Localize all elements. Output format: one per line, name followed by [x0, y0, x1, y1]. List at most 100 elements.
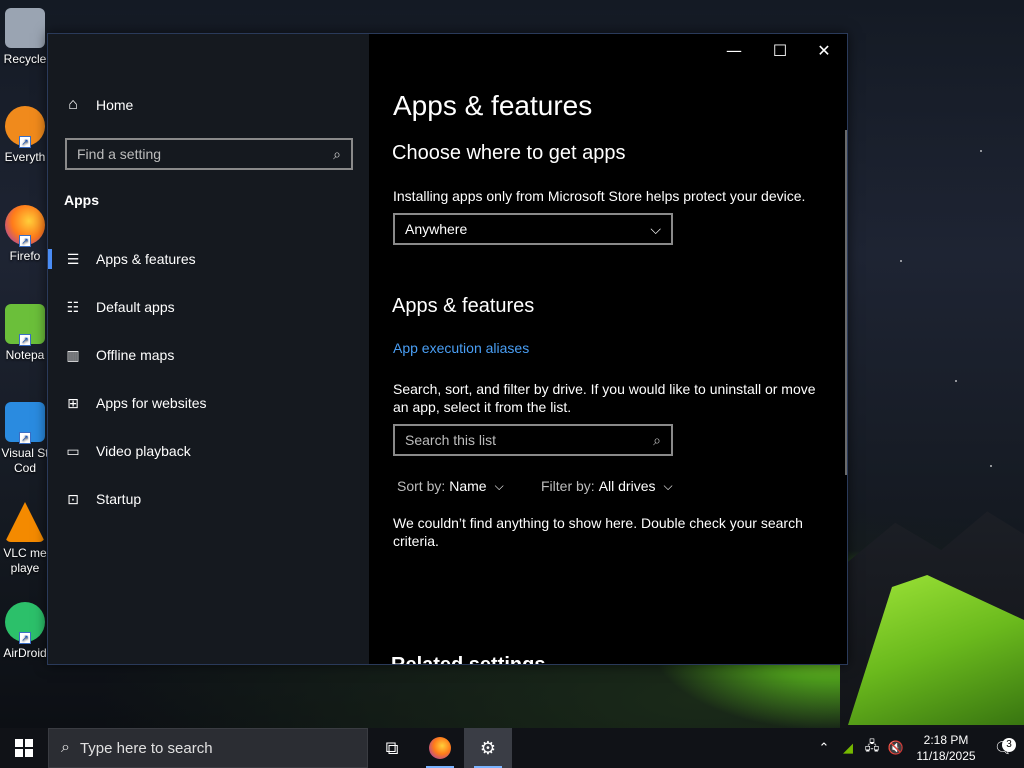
settings-sidebar: ⌂ Home Find a setting ⌕ Apps ☰ Apps & fe…: [48, 34, 369, 664]
task-view-button[interactable]: ⧉: [368, 728, 416, 768]
action-center-button[interactable]: 🗨 3: [984, 738, 1024, 758]
sidebar-item-offline-maps[interactable]: ▥ Offline maps: [48, 335, 369, 375]
nav-home[interactable]: ⌂ Home: [64, 96, 133, 114]
empty-list-message: We couldn’t find anything to show here. …: [393, 515, 803, 549]
search-list-input[interactable]: Search this list ⌕: [393, 424, 673, 456]
desktop-icon-vscode[interactable]: ↗ Visual St Cod: [0, 402, 50, 476]
shortcut-arrow-icon: ↗: [19, 432, 31, 444]
desktop-icon-recycle-bin[interactable]: Recycle: [0, 8, 50, 67]
start-button[interactable]: [0, 728, 48, 768]
taskbar-search-box[interactable]: ⌕ Type here to search: [48, 728, 368, 768]
desktop-icon-everything[interactable]: ↗ Everyth: [0, 106, 50, 165]
taskbar-search-placeholder: Type here to search: [79, 739, 213, 757]
star: [990, 465, 992, 467]
airdroid-icon: ↗: [5, 602, 45, 644]
gear-icon: ⚙: [479, 737, 497, 758]
sidebar-item-startup[interactable]: ⊡ Startup: [48, 479, 369, 519]
vscode-icon: ↗: [5, 402, 45, 444]
shortcut-arrow-icon: ↗: [19, 235, 31, 247]
sidebar-item-label: Startup: [96, 491, 142, 507]
windows-logo-icon: [15, 739, 33, 757]
task-view-icon: ⧉: [385, 737, 399, 758]
default-apps-icon: ☷: [66, 298, 80, 315]
sidebar-item-label: Default apps: [96, 299, 175, 315]
desktop-icon-label: Notepa: [5, 348, 45, 362]
video-icon: ▭: [66, 442, 80, 459]
search-icon: ⌕: [61, 739, 70, 756]
clock-date: 11/18/2025: [916, 749, 976, 763]
taskbar-firefox[interactable]: [416, 728, 464, 768]
sidebar-item-label: Offline maps: [96, 347, 175, 363]
show-hidden-icons-button[interactable]: ⌃: [812, 740, 836, 756]
desktop-icon-label: AirDroid: [3, 646, 47, 660]
sort-value: Name: [449, 478, 487, 494]
clock[interactable]: 2:18 PM 11/18/2025: [908, 732, 984, 764]
search-list-placeholder: Search this list: [405, 432, 497, 448]
map-icon: ▥: [66, 346, 80, 363]
desktop-icon-label: Visual St: [1, 446, 49, 460]
startup-icon: ⊡: [67, 490, 79, 507]
filter-by-dropdown[interactable]: Filter by: All drives ⌵: [541, 478, 673, 494]
recycle-bin-icon: [5, 8, 45, 48]
find-setting-input[interactable]: Find a setting ⌕: [65, 138, 353, 170]
desktop-icon-label: Recycle: [3, 52, 47, 66]
search-description: Search, sort, and filter by drive. If yo…: [393, 381, 816, 415]
notification-count-badge: 3: [1002, 738, 1016, 752]
app-source-dropdown[interactable]: Anywhere ⌵: [393, 213, 673, 245]
firefox-icon: ↗: [5, 205, 45, 247]
taskbar: ⌕ Type here to search ⧉ ⚙ ⌃ ◢ 🖧 🔇 2:18 P…: [0, 728, 1024, 768]
notepad-plus-icon: ↗: [5, 304, 45, 346]
choose-apps-description: Installing apps only from Microsoft Stor…: [393, 188, 806, 204]
sidebar-item-label: Video playback: [96, 443, 191, 459]
star: [900, 260, 902, 262]
sidebar-item-video-playback[interactable]: ▭ Video playback: [48, 431, 369, 471]
nvidia-icon[interactable]: ◢: [836, 740, 860, 756]
search-icon: ⌕: [333, 145, 341, 162]
taskbar-settings[interactable]: ⚙: [464, 728, 512, 768]
desktop-icon-notepad[interactable]: ↗ Notepa: [0, 304, 50, 363]
related-settings-heading: Related settings: [391, 654, 545, 664]
page-title: Apps & features: [393, 90, 593, 121]
desktop-icon-label: Cod: [13, 461, 36, 475]
desktop-icon-vlc[interactable]: VLC me playe: [0, 502, 50, 576]
desktop-icon-firefox[interactable]: ↗ Firefo: [0, 205, 50, 264]
desktop-icon-label: Firefo: [9, 249, 41, 263]
everything-search-icon: ↗: [5, 106, 45, 148]
sidebar-item-label: Apps & features: [96, 251, 196, 267]
vlc-cone-icon: [5, 502, 45, 542]
content-scrollbar[interactable]: [845, 130, 847, 475]
filter-value: All drives: [598, 478, 656, 494]
network-icon[interactable]: 🖧: [860, 737, 884, 759]
chevron-down-icon: ⌵: [494, 478, 504, 493]
volume-muted-icon[interactable]: 🔇: [884, 740, 908, 756]
web-app-icon: ⊞: [67, 394, 79, 411]
shortcut-arrow-icon: ↗: [19, 632, 31, 644]
search-icon: ⌕: [653, 431, 661, 448]
sidebar-item-default-apps[interactable]: ☷ Default apps: [48, 287, 369, 327]
desktop-icon-airdroid[interactable]: ↗ AirDroid: [0, 602, 50, 661]
minimize-button[interactable]: —: [711, 34, 757, 66]
nav-home-label: Home: [96, 97, 134, 113]
chevron-down-icon: ⌵: [663, 478, 673, 493]
sidebar-item-apps-for-websites[interactable]: ⊞ Apps for websites: [48, 383, 369, 423]
star: [980, 150, 982, 152]
settings-content: — ☐ ✕ Apps & features Choose where to ge…: [369, 34, 847, 664]
maximize-button[interactable]: ☐: [757, 34, 803, 66]
sort-by-dropdown[interactable]: Sort by: Name ⌵: [397, 478, 504, 494]
sidebar-item-label: Apps for websites: [96, 395, 207, 411]
sidebar-item-apps-features[interactable]: ☰ Apps & features: [48, 239, 369, 279]
filter-label: Filter by:: [541, 478, 595, 494]
find-setting-placeholder: Find a setting: [77, 146, 162, 162]
sidebar-section-title: Apps: [64, 192, 99, 208]
desktop-icon-label: playe: [10, 561, 40, 575]
desktop-icon-label: VLC me: [3, 546, 47, 560]
desktop-icon-label: Everyth: [4, 150, 46, 164]
clock-time: 2:18 PM: [923, 733, 969, 747]
dropdown-value: Anywhere: [405, 221, 468, 237]
sort-label: Sort by:: [397, 478, 446, 494]
chevron-down-icon: ⌵: [650, 220, 661, 237]
star: [955, 380, 957, 382]
close-button[interactable]: ✕: [801, 34, 847, 66]
home-icon: ⌂: [68, 96, 78, 113]
app-execution-aliases-link[interactable]: App execution aliases: [393, 340, 529, 356]
